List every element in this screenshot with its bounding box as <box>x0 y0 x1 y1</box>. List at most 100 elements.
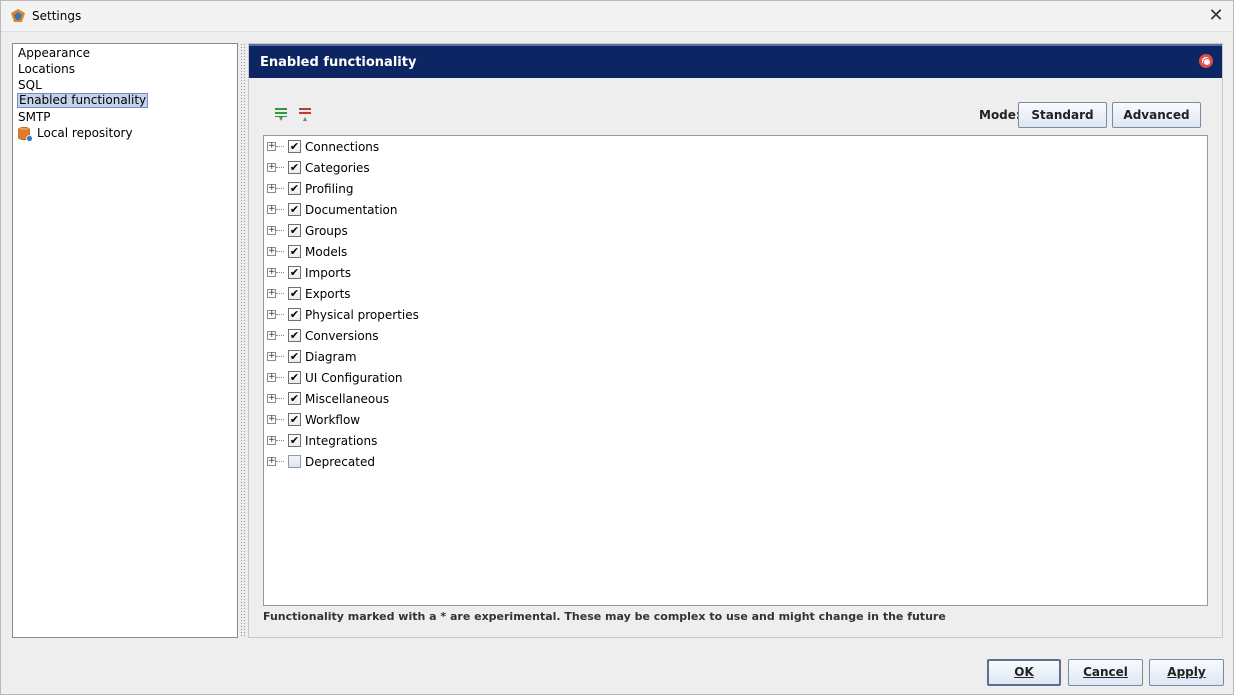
nav-item-local-repository[interactable]: Local repository <box>17 126 134 142</box>
tree-row[interactable]: + ✔ Workflow <box>264 410 1207 431</box>
tree-item-label: Miscellaneous <box>305 392 390 406</box>
panel-title: Enabled functionality <box>260 55 417 70</box>
tree-row[interactable]: + ✔ Groups <box>264 221 1207 242</box>
advanced-mode-button[interactable]: Advanced <box>1112 102 1201 128</box>
expand-toggle-icon[interactable]: + <box>267 415 276 424</box>
tree-row[interactable]: + ✔ Documentation <box>264 200 1207 221</box>
splitter-handle[interactable] <box>240 43 246 638</box>
nav-item-smtp[interactable]: SMTP <box>17 110 52 125</box>
tree-item-label: Deprecated <box>305 455 375 469</box>
feature-checkbox[interactable]: ✔ <box>288 392 301 405</box>
feature-checkbox[interactable]: ✔ <box>288 371 301 384</box>
tree-item-label: Exports <box>305 287 351 301</box>
tree-connector <box>276 272 284 273</box>
feature-checkbox[interactable]: ✔ <box>288 413 301 426</box>
expand-all-icon[interactable] <box>274 106 288 122</box>
feature-checkbox[interactable]: ✔ <box>288 350 301 363</box>
apply-button[interactable]: Apply <box>1149 659 1224 686</box>
tree-item-label: Workflow <box>305 413 361 427</box>
tree-connector <box>276 146 284 147</box>
tree-connector <box>276 251 284 252</box>
tree-row[interactable]: + Deprecated <box>264 452 1207 473</box>
feature-checkbox[interactable]: ✔ <box>288 287 301 300</box>
feature-checkbox[interactable]: ✔ <box>288 140 301 153</box>
tree-row[interactable]: + ✔ Conversions <box>264 326 1207 347</box>
standard-mode-button[interactable]: Standard <box>1018 102 1107 128</box>
ok-button[interactable]: OK <box>987 659 1061 686</box>
settings-window: Settings ✕ Appearance Locations SQL Enab… <box>0 0 1234 695</box>
expand-toggle-icon[interactable]: + <box>267 268 276 277</box>
expand-toggle-icon[interactable]: + <box>267 142 276 151</box>
tree-item-label: Physical properties <box>305 308 419 322</box>
expand-toggle-icon[interactable]: + <box>267 352 276 361</box>
feature-checkbox[interactable]: ✔ <box>288 245 301 258</box>
tree-connector <box>276 419 284 420</box>
feature-checkbox[interactable] <box>288 455 301 468</box>
feature-checkbox[interactable]: ✔ <box>288 329 301 342</box>
tree-connector <box>276 209 284 210</box>
nav-item-locations[interactable]: Locations <box>17 62 76 77</box>
feature-checkbox[interactable]: ✔ <box>288 434 301 447</box>
tree-row[interactable]: + ✔ Imports <box>264 263 1207 284</box>
tree-item-label: Connections <box>305 140 380 154</box>
feature-checkbox[interactable]: ✔ <box>288 224 301 237</box>
tree-row[interactable]: + ✔ Miscellaneous <box>264 389 1207 410</box>
experimental-note: Functionality marked with a * are experi… <box>263 610 946 623</box>
tree-row[interactable]: + ✔ Physical properties <box>264 305 1207 326</box>
close-button[interactable]: ✕ <box>1199 1 1233 32</box>
tree-row[interactable]: + ✔ Profiling <box>264 179 1207 200</box>
functionality-tree: + ✔ Connections + ✔ Categories + ✔ Profiling + ✔ Do… <box>263 135 1208 606</box>
tree-row[interactable]: + ✔ Exports <box>264 284 1207 305</box>
tree-connector <box>276 461 284 462</box>
expand-toggle-icon[interactable]: + <box>267 436 276 445</box>
tree-connector <box>276 314 284 315</box>
tree-connector <box>276 377 284 378</box>
title-bar[interactable]: Settings ✕ <box>1 1 1233 32</box>
tree-row[interactable]: + ✔ Models <box>264 242 1207 263</box>
feature-checkbox[interactable]: ✔ <box>288 182 301 195</box>
tree-row[interactable]: + ✔ Categories <box>264 158 1207 179</box>
tree-connector <box>276 440 284 441</box>
nav-item-sql[interactable]: SQL <box>17 78 43 93</box>
expand-toggle-icon[interactable]: + <box>267 457 276 466</box>
tree-connector <box>276 356 284 357</box>
nav-item-enabled-functionality[interactable]: Enabled functionality <box>17 93 149 108</box>
tree-connector <box>276 188 284 189</box>
expand-toggle-icon[interactable]: + <box>267 373 276 382</box>
tree-row[interactable]: + ✔ Connections <box>264 137 1207 158</box>
expand-toggle-icon[interactable]: + <box>267 331 276 340</box>
tree-item-label: Documentation <box>305 203 398 217</box>
expand-toggle-icon[interactable]: + <box>267 226 276 235</box>
tree-item-label: Profiling <box>305 182 354 196</box>
expand-toggle-icon[interactable]: + <box>267 289 276 298</box>
tree-row[interactable]: + ✔ Diagram <box>264 347 1207 368</box>
tree-item-label: Imports <box>305 266 352 280</box>
tree-row[interactable]: + ✔ Integrations <box>264 431 1207 452</box>
feature-checkbox[interactable]: ✔ <box>288 308 301 321</box>
feature-checkbox[interactable]: ✔ <box>288 266 301 279</box>
tree-row[interactable]: + ✔ UI Configuration <box>264 368 1207 389</box>
nav-item-appearance[interactable]: Appearance <box>17 46 91 61</box>
feature-checkbox[interactable]: ✔ <box>288 203 301 216</box>
expand-toggle-icon[interactable]: + <box>267 247 276 256</box>
expand-toggle-icon[interactable]: + <box>267 205 276 214</box>
cancel-button[interactable]: Cancel <box>1068 659 1143 686</box>
tree-connector <box>276 167 284 168</box>
expand-toggle-icon[interactable]: + <box>267 310 276 319</box>
tree-item-label: Models <box>305 245 348 259</box>
tree-item-label: Groups <box>305 224 348 238</box>
help-lifebuoy-icon[interactable] <box>1199 54 1213 68</box>
mode-label: Mode: <box>979 108 1021 122</box>
feature-checkbox[interactable]: ✔ <box>288 161 301 174</box>
collapse-all-icon[interactable] <box>298 106 312 122</box>
settings-nav-list: Appearance Locations SQL Enabled functio… <box>12 43 238 638</box>
tree-connector <box>276 293 284 294</box>
expand-toggle-icon[interactable]: + <box>267 394 276 403</box>
window-title: Settings <box>32 9 82 23</box>
tree-item-label: Diagram <box>305 350 357 364</box>
expand-toggle-icon[interactable]: + <box>267 163 276 172</box>
expand-toggle-icon[interactable]: + <box>267 184 276 193</box>
tree-item-label: UI Configuration <box>305 371 403 385</box>
tree-item-label: Conversions <box>305 329 379 343</box>
tree-connector <box>276 398 284 399</box>
